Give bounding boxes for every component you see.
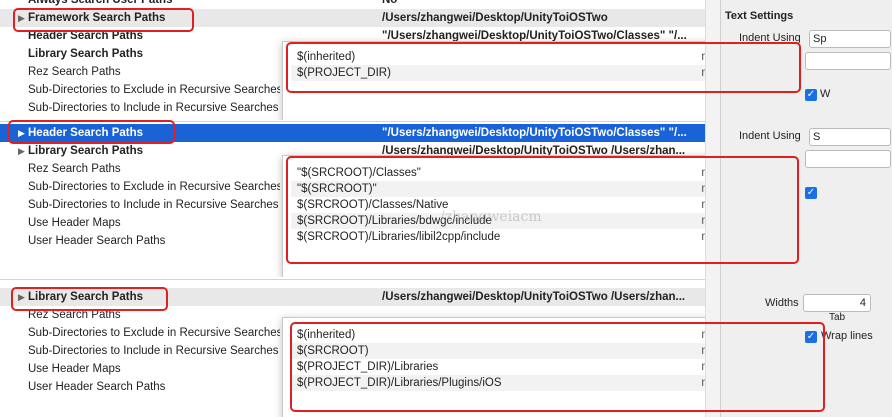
- indent-using-select[interactable]: S: [809, 128, 891, 146]
- wrap-lines-checkbox[interactable]: ✓: [805, 331, 817, 343]
- search-paths-popover[interactable]: $(inherited) non-recursive ▲▼ $(PROJECT_…: [282, 41, 705, 120]
- build-settings-panel-2: ▶ Header Search Paths "/Users/zhangwei/D…: [0, 124, 705, 277]
- setting-label: Framework Search Paths: [28, 12, 166, 24]
- path-entry[interactable]: $(inherited) non-recursive ▲▼: [291, 49, 705, 65]
- indent-using-select[interactable]: Sp: [809, 30, 891, 48]
- setting-row-library-search-paths[interactable]: ▶ Library Search Paths /Users/zhangwei/D…: [0, 288, 705, 306]
- setting-row-header-search-paths[interactable]: ▶ Header Search Paths "/Users/zhangwei/D…: [0, 124, 705, 142]
- path-value[interactable]: $(SRCROOT)/Classes/Native: [297, 197, 448, 213]
- indent-using-value: S: [813, 131, 821, 143]
- setting-label: Always Search User Paths: [28, 0, 173, 6]
- path-entry[interactable]: $(SRCROOT) non-recursive ▲▼: [291, 343, 705, 359]
- setting-row-framework-search-paths[interactable]: ▶ Framework Search Paths /Users/zhangwei…: [0, 9, 705, 27]
- disclosure-triangle-icon[interactable]: ▶: [18, 142, 25, 160]
- setting-label: Rez Search Paths: [28, 66, 121, 78]
- scrollbar[interactable]: [705, 0, 720, 417]
- setting-label: Sub-Directories to Include in Recursive …: [28, 345, 279, 357]
- disclosure-triangle-icon[interactable]: ▶: [18, 124, 25, 142]
- path-entry[interactable]: $(SRCROOT)/Libraries/libil2cpp/include n…: [291, 229, 705, 245]
- path-value[interactable]: $(PROJECT_DIR): [297, 65, 391, 81]
- wrap-lines-label: Wrap lines: [821, 330, 873, 342]
- build-settings-panel-3: ▶ Library Search Paths /Users/zhangwei/D…: [0, 288, 705, 417]
- inspector-pane: Text Settings Indent Using Sp ✓ W Indent…: [720, 0, 892, 417]
- path-entry[interactable]: $(PROJECT_DIR)/Libraries/Plugins/iOS non…: [291, 375, 705, 391]
- setting-label: Sub-Directories to Exclude in Recursive …: [28, 327, 280, 339]
- setting-label: Rez Search Paths: [28, 309, 121, 321]
- disclosure-triangle-icon[interactable]: ▶: [18, 9, 25, 27]
- section-divider: [0, 279, 720, 280]
- path-entry[interactable]: $(inherited) non-recursive ▲▼: [291, 327, 705, 343]
- setting-value[interactable]: /Users/zhangwei/Desktop/UnityToiOSTwo /U…: [382, 288, 700, 306]
- setting-label: Use Header Maps: [28, 363, 121, 375]
- disclosure-triangle-icon[interactable]: ▶: [18, 288, 25, 306]
- path-entry[interactable]: "$(SRCROOT)/Classes" non-recursive ▲▼: [291, 165, 705, 181]
- path-entry[interactable]: $(PROJECT_DIR)/Libraries non-recursive ▲…: [291, 359, 705, 375]
- setting-value[interactable]: "/Users/zhangwei/Desktop/UnityToiOSTwo/C…: [382, 124, 700, 142]
- checkbox-label: W: [820, 88, 831, 100]
- path-entry[interactable]: $(PROJECT_DIR) non-recursive ▲▼: [291, 65, 705, 81]
- text-field[interactable]: [805, 52, 891, 70]
- setting-label: Sub-Directories to Include in Recursive …: [28, 102, 279, 114]
- setting-label: Rez Search Paths: [28, 163, 121, 175]
- widths-label: Widths: [765, 297, 799, 309]
- path-value[interactable]: $(SRCROOT): [297, 343, 369, 359]
- path-value[interactable]: "$(SRCROOT)/Classes": [297, 165, 421, 181]
- setting-label: Header Search Paths: [28, 30, 144, 42]
- indent-using-label: Indent Using: [739, 130, 801, 142]
- tab-width-value[interactable]: 4: [860, 297, 870, 309]
- setting-label: User Header Search Paths: [28, 235, 166, 247]
- path-value[interactable]: $(PROJECT_DIR)/Libraries/Plugins/iOS: [297, 375, 502, 391]
- setting-label: Sub-Directories to Exclude in Recursive …: [28, 84, 280, 96]
- tab-width-field[interactable]: 4: [803, 294, 871, 312]
- setting-label: User Header Search Paths: [28, 381, 166, 393]
- search-paths-popover[interactable]: $(inherited) non-recursive ▲▼ $(SRCROOT)…: [282, 317, 705, 417]
- path-value[interactable]: $(inherited): [297, 49, 355, 65]
- text-settings-heading: Text Settings: [725, 10, 794, 22]
- setting-label: Library Search Paths: [28, 145, 144, 157]
- build-settings-panel-1: Always Search User Paths No ▶ Framework …: [0, 0, 705, 120]
- text-field[interactable]: [805, 150, 891, 168]
- path-value[interactable]: $(inherited): [297, 327, 355, 343]
- checkbox[interactable]: ✓: [805, 89, 817, 101]
- setting-label: Use Header Maps: [28, 217, 121, 229]
- setting-label: Library Search Paths: [28, 291, 144, 303]
- setting-label: Library Search Paths: [28, 48, 144, 60]
- setting-value[interactable]: /Users/zhangwei/Desktop/UnityToiOSTwo: [382, 9, 700, 27]
- path-entry[interactable]: "$(SRCROOT)" non-recursive ▲▼: [291, 181, 705, 197]
- setting-label: Header Search Paths: [28, 127, 144, 139]
- setting-label: Sub-Directories to Exclude in Recursive …: [28, 181, 280, 193]
- setting-value[interactable]: No: [382, 0, 700, 9]
- setting-label: Sub-Directories to Include in Recursive …: [28, 199, 279, 211]
- path-value[interactable]: $(PROJECT_DIR)/Libraries: [297, 359, 438, 375]
- path-value[interactable]: "$(SRCROOT)": [297, 181, 377, 197]
- indent-using-label: Indent Using: [739, 32, 801, 44]
- checkbox[interactable]: ✓: [805, 187, 817, 199]
- path-value[interactable]: $(SRCROOT)/Libraries/libil2cpp/include: [297, 229, 500, 245]
- setting-row[interactable]: Always Search User Paths No: [0, 0, 705, 9]
- tab-label: Tab: [829, 312, 846, 323]
- indent-using-value: Sp: [813, 33, 827, 45]
- watermark: /zhangweiacm: [440, 209, 542, 225]
- section-divider: [0, 121, 720, 122]
